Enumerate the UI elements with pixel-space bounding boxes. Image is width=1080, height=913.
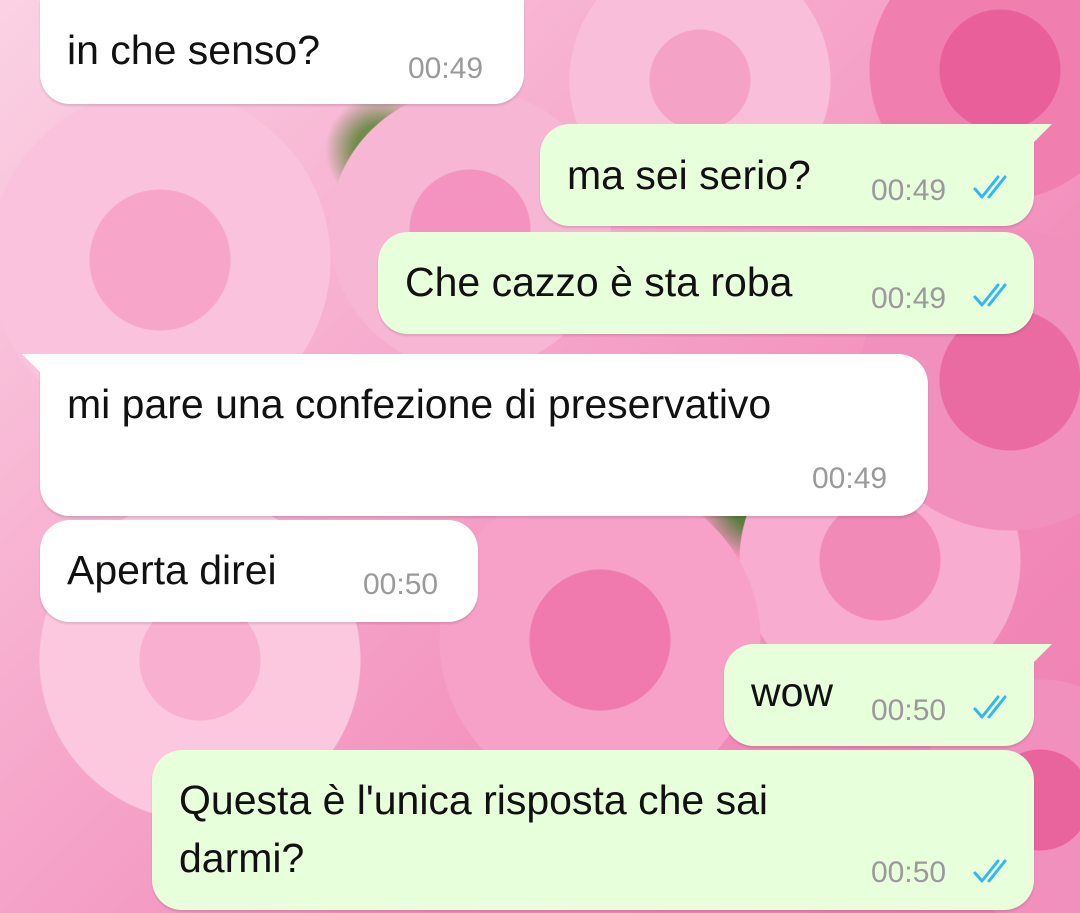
read-double-check-icon [973, 175, 1007, 199]
message-text: mi pare una confezione di preservativo [67, 381, 772, 427]
read-double-check-icon [973, 283, 1007, 307]
message-timestamp: 00:49 [408, 52, 484, 85]
message-timestamp: 00:49 [812, 462, 888, 495]
message-text: Aperta direi [67, 547, 277, 593]
incoming-message-bubble[interactable]: in che senso? 00:49 [40, 0, 524, 104]
message-text: Che cazzo è sta roba [405, 259, 793, 305]
message-timestamp: 00:49 [871, 174, 947, 207]
message-timestamp: 00:49 [871, 282, 947, 315]
message-timestamp: 00:50 [871, 856, 947, 889]
message-text: in che senso? [67, 27, 321, 73]
incoming-message-bubble[interactable]: mi pare una confezione di preservativo 0… [22, 354, 928, 516]
outgoing-message-bubble[interactable]: wow 00:50 [724, 644, 1052, 746]
incoming-message-bubble[interactable]: Aperta direi 00:50 [40, 520, 478, 622]
message-text: ma sei serio? [567, 152, 811, 198]
outgoing-message-bubble[interactable]: ma sei serio? 00:49 [540, 124, 1052, 226]
outgoing-message-bubble[interactable]: Che cazzo è sta roba 00:49 [378, 232, 1034, 334]
message-text-line-2: darmi? [179, 835, 305, 881]
read-double-check-icon [973, 859, 1007, 883]
outgoing-message-bubble[interactable]: Questa è l'unica risposta che sai darmi?… [152, 750, 1034, 910]
message-timestamp: 00:50 [871, 694, 947, 727]
message-timestamp: 00:50 [363, 568, 439, 601]
message-text: wow [751, 669, 834, 715]
message-text-line-1: Questa è l'unica risposta che sai [179, 777, 768, 823]
read-double-check-icon [973, 695, 1007, 719]
